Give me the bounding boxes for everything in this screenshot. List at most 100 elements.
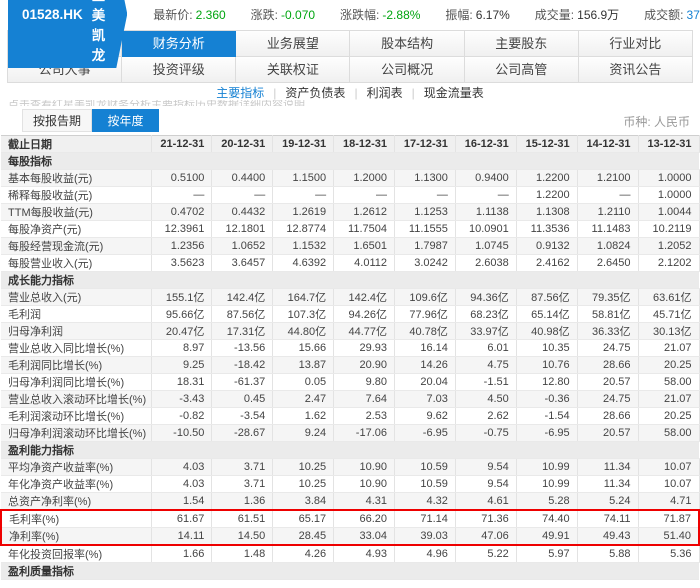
table-row: 营业总收入(元) 155.1亿 142.4亿 164.7亿 142.4亿 109.6亿 94…	[1, 288, 700, 306]
nav-tab-公司高管[interactable]: 公司高管	[464, 57, 579, 83]
row-label: 毛利率(%)	[0, 509, 152, 528]
value-cell: 12.8774	[272, 220, 335, 238]
section-title: 每股指标	[1, 152, 699, 170]
value-cell: 29.93	[333, 339, 395, 357]
value-cell: 4.32	[394, 492, 456, 511]
value-cell: 87.56亿	[516, 288, 578, 306]
table-row: 年化投资回报率(%) 1.66 1.48 4.26 4.93 4.96 5.22 5.97 5.…	[1, 545, 700, 563]
stat-value: 2.360	[195, 7, 226, 22]
value-cell: 1.0000	[638, 169, 700, 187]
value-cell: 1.2619	[272, 203, 335, 221]
row-label: 年化投资回报率(%)	[1, 545, 152, 563]
value-cell: -61.37	[211, 373, 274, 391]
value-cell: 1.2052	[638, 237, 700, 255]
table-row: 每股净资产(元) 12.3961 12.1801 12.8774 11.7504 11.1…	[1, 220, 700, 238]
value-cell: 16.14	[394, 339, 456, 357]
by-report-period-button[interactable]: 按报告期	[22, 109, 92, 132]
stat-label: 涨跌:	[250, 7, 279, 22]
value-cell: 10.25	[272, 475, 335, 493]
nav-tab-股本结构[interactable]: 股本结构	[350, 31, 465, 57]
value-cell: 1.0000	[638, 186, 700, 204]
stat-value: 378.3万	[686, 7, 700, 22]
stat-value: -0.070	[281, 7, 316, 22]
value-cell: 47.06	[455, 527, 517, 546]
row-label: 营业总收入滚动环比增长(%)	[1, 390, 152, 408]
value-cell: 11.3536	[516, 220, 578, 238]
table-row: 净利率(%) 14.11 14.50 28.45 33.04 39.03 47.06 49.9…	[0, 527, 700, 546]
value-cell: 142.4亿	[333, 288, 395, 306]
header-date-cell: 20-12-31	[211, 135, 274, 153]
value-cell: 95.66亿	[151, 305, 213, 323]
value-cell: 45.71亿	[638, 305, 700, 323]
period-toolbar: 按报告期 按年度 币种: 人民币	[0, 109, 700, 133]
stat-item: 最新价: 2.360	[153, 6, 225, 23]
value-cell: 3.5623	[151, 254, 213, 272]
value-cell: 94.36亿	[455, 288, 517, 306]
value-cell: 4.50	[455, 390, 517, 408]
value-cell: 4.03	[151, 475, 213, 493]
value-cell: 61.51	[211, 509, 274, 528]
value-cell: 1.62	[272, 407, 335, 425]
sub-nav: 主要指标 | 资产负债表 | 利润表 | 现金流量表	[0, 86, 700, 100]
value-cell: 5.24	[577, 492, 639, 511]
section-row: 盈利能力指标	[1, 441, 699, 459]
value-cell: 9.80	[333, 373, 395, 391]
nav-tab-行业对比[interactable]: 行业对比	[578, 31, 693, 57]
subnav-item-主要指标[interactable]: 主要指标	[216, 86, 264, 100]
value-cell: 20.57	[577, 424, 639, 442]
stat-item: 涨跌: -0.070	[251, 6, 315, 23]
row-label: 营业总收入(元)	[1, 288, 152, 306]
nav-tab-主要股东[interactable]: 主要股东	[464, 31, 579, 57]
value-cell: 65.17	[272, 509, 335, 528]
value-cell: —	[455, 186, 517, 204]
table-head: 截止日期 21-12-31 20-12-31 19-12-31 18-12-31 17-1…	[1, 135, 700, 153]
table-header-row: 截止日期 21-12-31 20-12-31 19-12-31 18-12-31 17-1…	[1, 135, 700, 153]
row-label: 稀释每股收益(元)	[1, 186, 152, 204]
value-cell: -1.51	[455, 373, 517, 391]
value-cell: 58.81亿	[577, 305, 639, 323]
value-cell: 40.98亿	[516, 322, 578, 340]
value-cell: 2.53	[333, 407, 395, 425]
subnav-item-资产负债表[interactable]: 资产负债表	[285, 86, 345, 100]
nav-tab-财务分析[interactable]: 财务分析	[122, 31, 237, 57]
value-cell: 74.11	[577, 509, 639, 528]
table-row: 每股营业收入(元) 3.5623 3.6457 4.6392 4.0112 3.0242 2…	[1, 254, 700, 272]
nav-tab-关联权证[interactable]: 关联权证	[236, 57, 351, 83]
stock-code: 01528.HK	[22, 6, 83, 22]
section-title: 盈利质量指标	[1, 562, 699, 580]
value-cell: 1.66	[151, 545, 213, 563]
currency-label: 币种: 人民币	[623, 115, 690, 129]
stat-label: 最新价:	[153, 7, 193, 22]
value-cell: 4.6392	[272, 254, 335, 272]
header-date-cell: 18-12-31	[333, 135, 395, 153]
table-row: 毛利润同比增长(%) 9.25 -18.42 13.87 20.90 14.26 4.75 1…	[1, 356, 700, 374]
value-cell: 68.23亿	[455, 305, 517, 323]
row-label: 每股净资产(元)	[1, 220, 152, 238]
nav-tab-业务展望[interactable]: 业务展望	[236, 31, 351, 57]
value-cell: 4.31	[333, 492, 395, 511]
value-cell: 15.66	[272, 339, 335, 357]
value-cell: 14.26	[394, 356, 456, 374]
value-cell: -13.56	[211, 339, 274, 357]
value-cell: 11.7504	[333, 220, 395, 238]
value-cell: 2.6450	[577, 254, 639, 272]
value-cell: 20.47亿	[151, 322, 213, 340]
row-label: 毛利润	[1, 305, 152, 323]
value-cell: 28.66	[577, 356, 639, 374]
value-cell: 11.34	[577, 475, 639, 493]
nav-tab-投资评级[interactable]: 投资评级	[122, 57, 237, 83]
value-cell: —	[394, 186, 456, 204]
nav-tab-资讯公告[interactable]: 资讯公告	[578, 57, 693, 83]
header-date-cell: 17-12-31	[394, 135, 456, 153]
value-cell: 24.75	[577, 339, 639, 357]
by-year-button[interactable]: 按年度	[92, 109, 159, 132]
stat-label: 成交量:	[534, 7, 575, 22]
row-label: 基本每股收益(元)	[1, 169, 152, 187]
subnav-item-利润表[interactable]: 利润表	[367, 86, 403, 100]
subnav-item-现金流量表[interactable]: 现金流量表	[424, 86, 484, 100]
nav-tab-公司概况[interactable]: 公司概况	[350, 57, 465, 83]
value-cell: 10.76	[516, 356, 578, 374]
table-row: 毛利率(%) 61.67 61.51 65.17 66.20 71.14 71.36 74.4…	[0, 509, 700, 528]
value-cell: 51.40	[638, 527, 700, 546]
value-cell: 5.36	[638, 545, 700, 563]
